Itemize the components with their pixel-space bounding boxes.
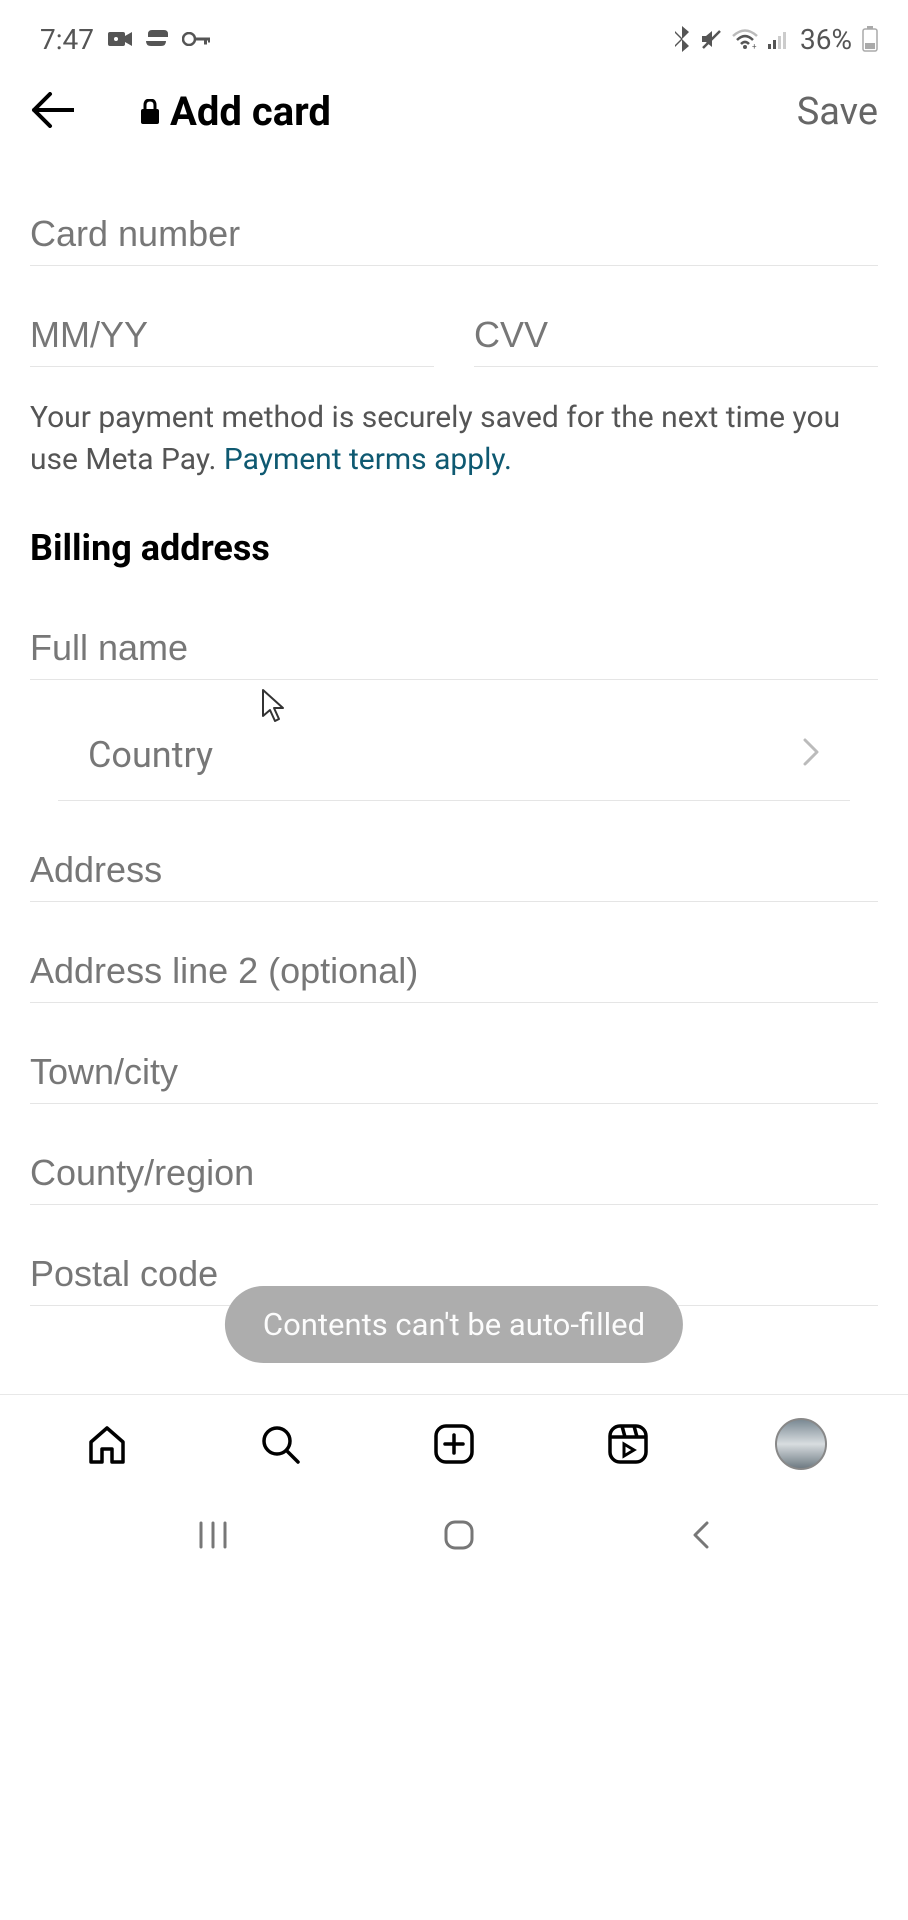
payment-info: Your payment method is securely saved fo…: [30, 367, 878, 481]
cast-icon: [146, 30, 168, 48]
system-nav: [0, 1492, 908, 1582]
avatar: [775, 1418, 827, 1470]
bluetooth-icon: [674, 26, 690, 52]
expiry-field[interactable]: [30, 266, 434, 367]
cvv-field[interactable]: [474, 266, 878, 367]
county-input[interactable]: [30, 1152, 878, 1194]
address-input[interactable]: [30, 849, 878, 891]
county-field[interactable]: [30, 1104, 878, 1205]
billing-section-title: Billing address: [30, 481, 878, 579]
country-select[interactable]: Country: [58, 680, 850, 801]
content: Your payment method is securely saved fo…: [0, 165, 908, 1306]
card-number-field[interactable]: [30, 165, 878, 266]
save-button[interactable]: Save: [797, 90, 878, 134]
full-name-field[interactable]: [30, 579, 878, 680]
svg-text:+: +: [752, 42, 757, 49]
autofill-toast: Contents can't be auto-filled: [225, 1286, 683, 1363]
nav-profile[interactable]: [773, 1416, 829, 1472]
nav-search[interactable]: [252, 1416, 308, 1472]
town-input[interactable]: [30, 1051, 878, 1093]
battery-percent: 36%: [800, 23, 852, 56]
sysnav-back[interactable]: [689, 1519, 711, 1555]
page-title-text: Add card: [170, 88, 331, 135]
mute-icon: [700, 28, 722, 50]
status-left: 7:47: [40, 23, 210, 56]
nav-reels[interactable]: [600, 1416, 656, 1472]
page-title: Add card: [140, 88, 767, 135]
lock-icon: [140, 88, 160, 135]
signal-icon: [768, 29, 790, 49]
wifi-icon: +: [732, 29, 758, 49]
expiry-input[interactable]: [30, 314, 434, 356]
country-label: Country: [88, 734, 213, 776]
key-icon: [182, 32, 210, 46]
nav-create[interactable]: [426, 1416, 482, 1472]
bottom-nav: [0, 1394, 908, 1492]
address2-field[interactable]: [30, 902, 878, 1003]
address-field[interactable]: [30, 801, 878, 902]
status-bar: 7:47 + 36%: [0, 0, 908, 68]
status-time: 7:47: [40, 23, 94, 56]
header: Add card Save: [0, 68, 908, 165]
status-right: + 36%: [674, 23, 878, 56]
battery-icon: [862, 26, 878, 52]
full-name-input[interactable]: [30, 627, 878, 669]
town-field[interactable]: [30, 1003, 878, 1104]
nav-home[interactable]: [79, 1416, 135, 1472]
sysnav-home[interactable]: [442, 1518, 476, 1556]
chevron-right-icon: [802, 734, 820, 776]
sysnav-recents[interactable]: [197, 1519, 229, 1555]
address2-input[interactable]: [30, 950, 878, 992]
camera-icon: [108, 30, 132, 48]
card-number-input[interactable]: [30, 213, 878, 255]
cvv-input[interactable]: [474, 314, 878, 356]
payment-terms-link[interactable]: Payment terms apply.: [224, 442, 512, 477]
back-button[interactable]: [30, 92, 74, 132]
